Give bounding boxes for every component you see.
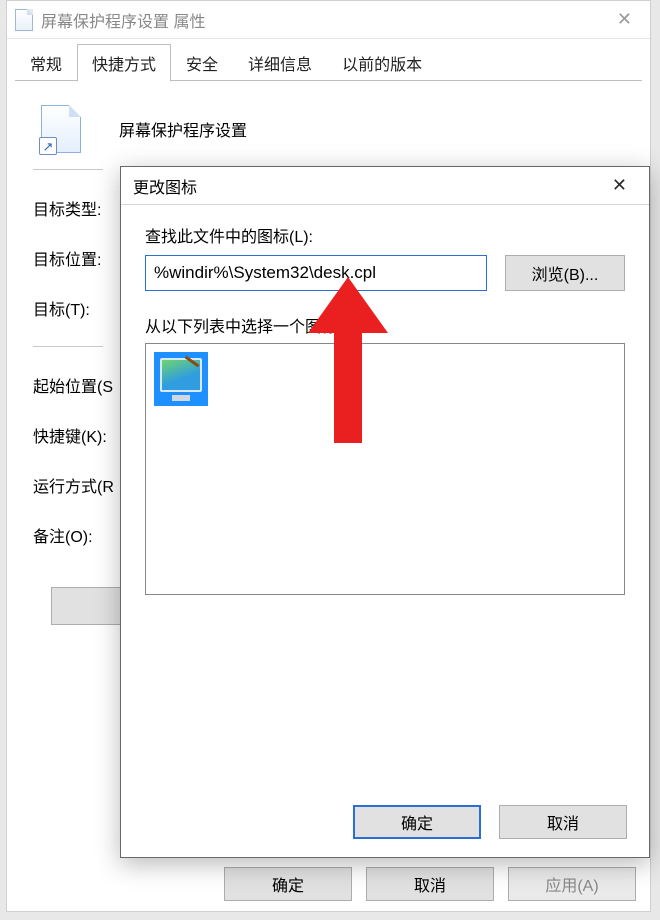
shortcut-icon: ↗ <box>41 105 89 153</box>
properties-titlebar[interactable]: 屏幕保护程序设置 属性 ✕ <box>7 1 650 39</box>
properties-title: 屏幕保护程序设置 属性 <box>41 8 205 32</box>
icon-item-screensaver[interactable] <box>154 352 208 406</box>
tab-security[interactable]: 安全 <box>171 44 233 81</box>
close-icon[interactable]: ✕ <box>607 9 642 30</box>
change-icon-body: 查找此文件中的图标(L): 浏览(B)... 从以下列表中选择一个图标(S): <box>121 205 649 595</box>
icon-list[interactable] <box>145 343 625 595</box>
path-row: 浏览(B)... <box>145 255 625 291</box>
tab-details[interactable]: 详细信息 <box>233 44 327 81</box>
change-icon-title: 更改图标 <box>133 174 197 198</box>
select-icon-label: 从以下列表中选择一个图标(S): <box>145 313 625 337</box>
browse-button[interactable]: 浏览(B)... <box>505 255 625 291</box>
apply-button[interactable]: 应用(A) <box>508 867 636 901</box>
shortcut-arrow-icon: ↗ <box>39 137 57 155</box>
shortcut-header: ↗ 屏幕保护程序设置 <box>33 99 624 159</box>
change-icon-footer: 确定 取消 <box>353 805 627 839</box>
ok-button[interactable]: 确定 <box>353 805 481 839</box>
cancel-button[interactable]: 取消 <box>499 805 627 839</box>
icon-path-input[interactable] <box>145 255 487 291</box>
ok-button[interactable]: 确定 <box>224 867 352 901</box>
properties-footer: 确定 取消 应用(A) <box>224 867 636 901</box>
divider <box>33 169 103 170</box>
tab-shortcut[interactable]: 快捷方式 <box>77 44 171 82</box>
look-in-label: 查找此文件中的图标(L): <box>145 223 625 247</box>
cancel-button[interactable]: 取消 <box>366 867 494 901</box>
change-icon-titlebar[interactable]: 更改图标 ✕ <box>121 167 649 205</box>
change-icon-window: 更改图标 ✕ 查找此文件中的图标(L): 浏览(B)... 从以下列表中选择一个… <box>120 166 650 858</box>
tab-general[interactable]: 常规 <box>15 44 77 81</box>
file-icon <box>15 9 33 31</box>
tabstrip: 常规 快捷方式 安全 详细信息 以前的版本 <box>15 43 642 81</box>
close-icon[interactable]: ✕ <box>602 175 637 196</box>
tab-previous[interactable]: 以前的版本 <box>327 44 437 81</box>
divider <box>33 346 103 347</box>
shortcut-name: 屏幕保护程序设置 <box>119 117 247 141</box>
